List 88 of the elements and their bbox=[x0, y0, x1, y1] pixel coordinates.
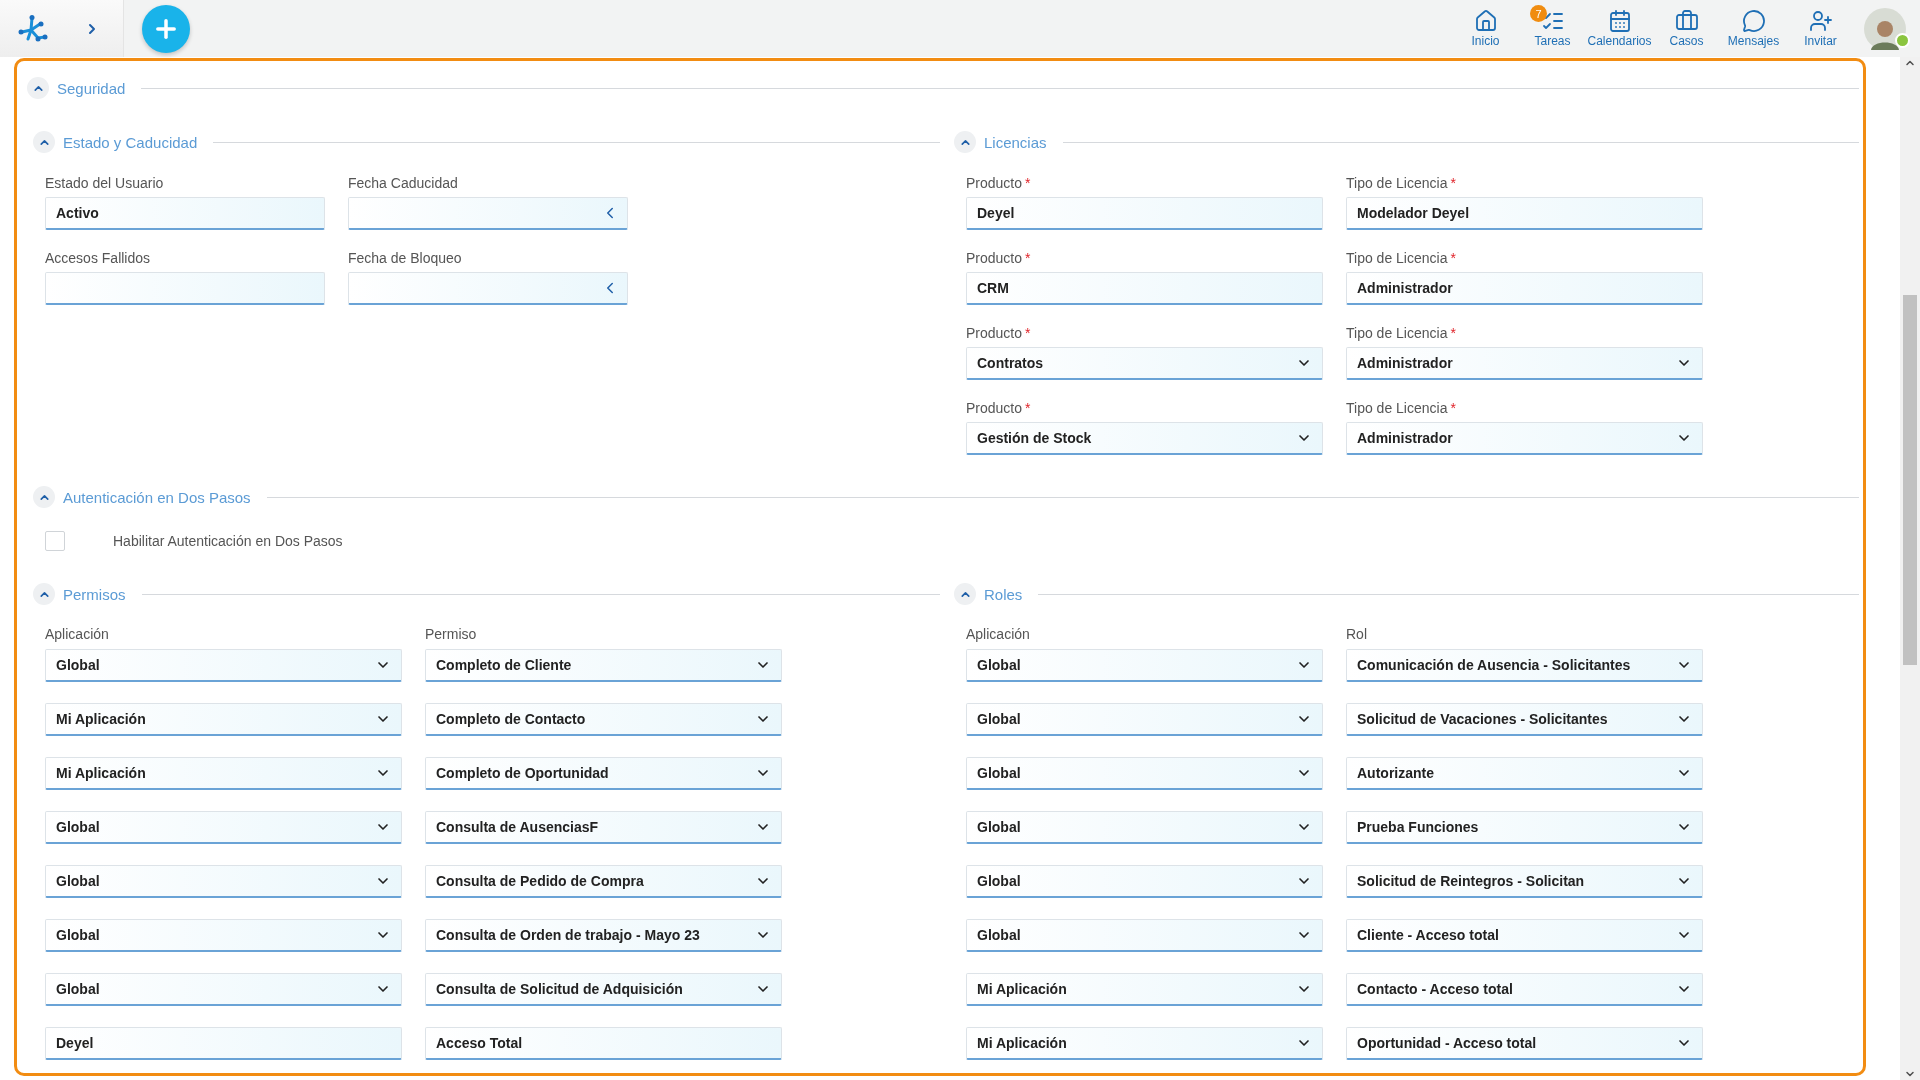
scrollbar[interactable] bbox=[1900, 57, 1920, 1080]
text-field[interactable]: Deyel bbox=[966, 197, 1323, 230]
dropdown[interactable]: Cliente - Acceso total bbox=[1346, 919, 1703, 952]
text-field[interactable]: Deyel bbox=[45, 1027, 402, 1060]
dropdown[interactable]: Consulta de Pedido de Compra bbox=[425, 865, 782, 898]
logo-icon bbox=[16, 13, 48, 44]
dropdown[interactable]: Mi Aplicación bbox=[45, 757, 402, 790]
field-label: Producto * bbox=[966, 400, 1032, 416]
nav-item[interactable]: Invitar bbox=[1787, 9, 1854, 48]
column-label: Permiso bbox=[425, 626, 478, 642]
dropdown[interactable]: Completo de Oportunidad bbox=[425, 757, 782, 790]
dropdown[interactable]: Autorizante bbox=[1346, 757, 1703, 790]
checkbox-label: Habilitar Autenticación en Dos Pasos bbox=[113, 533, 343, 549]
field-label: Fecha de Bloqueo bbox=[348, 250, 463, 266]
dropdown[interactable]: Global bbox=[966, 703, 1323, 736]
dropdown[interactable]: Solicitud de Vacaciones - Solicitantes bbox=[1346, 703, 1703, 736]
column-label: Rol bbox=[1346, 626, 1368, 642]
field-label: Fecha Caducidad bbox=[348, 175, 459, 191]
field-label: Producto * bbox=[966, 175, 1032, 191]
dropdown[interactable]: Prueba Funciones bbox=[1346, 811, 1703, 844]
count-badge: 7 bbox=[1530, 5, 1547, 22]
collapse-toggle[interactable] bbox=[33, 131, 55, 153]
date-field[interactable] bbox=[348, 272, 628, 305]
briefcase-icon bbox=[1674, 9, 1699, 33]
dropdown[interactable]: Global bbox=[45, 973, 402, 1006]
dropdown[interactable]: Mi Aplicación bbox=[45, 703, 402, 736]
field-label: Tipo de Licencia * bbox=[1346, 175, 1457, 191]
collapse-toggle[interactable] bbox=[27, 77, 49, 99]
dropdown[interactable]: Global bbox=[45, 649, 402, 682]
section-title: Autenticación en Dos Pasos bbox=[63, 488, 251, 506]
dropdown[interactable]: Mi Aplicación bbox=[966, 973, 1323, 1006]
section-title: Licencias bbox=[984, 133, 1047, 151]
dropdown[interactable]: Solicitud de Reintegros - Solicitan bbox=[1346, 865, 1703, 898]
dropdown[interactable]: Consulta de Solicitud de Adquisición bbox=[425, 973, 782, 1006]
nav-item[interactable]: Mensajes bbox=[1720, 9, 1787, 48]
field-label: Tipo de Licencia * bbox=[1346, 400, 1457, 416]
dropdown[interactable]: Gestión de Stock bbox=[966, 422, 1323, 455]
dropdown[interactable]: Contratos bbox=[966, 347, 1323, 380]
field-label: Producto * bbox=[966, 325, 1032, 341]
text-field[interactable]: Activo bbox=[45, 197, 325, 230]
home-icon bbox=[1473, 9, 1498, 33]
dropdown[interactable]: Global bbox=[45, 811, 402, 844]
scrollbar-thumb[interactable] bbox=[1903, 295, 1917, 665]
collapse-toggle[interactable] bbox=[33, 486, 55, 508]
dropdown[interactable]: Completo de Cliente bbox=[425, 649, 782, 682]
column-label: Aplicación bbox=[966, 626, 1031, 642]
section-title: Estado y Caducidad bbox=[63, 133, 198, 151]
section-title: Roles bbox=[984, 585, 1023, 603]
field-label: Accesos Fallidos bbox=[45, 250, 152, 266]
collapse-toggle[interactable] bbox=[954, 583, 976, 605]
dropdown[interactable]: Global bbox=[45, 919, 402, 952]
dropdown[interactable]: Administrador bbox=[1346, 422, 1703, 455]
dropdown[interactable]: Contacto - Acceso total bbox=[1346, 973, 1703, 1006]
nav-item[interactable]: Casos bbox=[1653, 9, 1720, 48]
dropdown[interactable]: Oportunidad - Acceso total bbox=[1346, 1027, 1703, 1060]
dropdown[interactable]: Consulta de Orden de trabajo - Mayo 23 bbox=[425, 919, 782, 952]
dropdown[interactable]: Administrador bbox=[1346, 347, 1703, 380]
chat-bubble-icon bbox=[1741, 9, 1766, 33]
text-field[interactable]: Acceso Total bbox=[425, 1027, 782, 1060]
add-user-icon bbox=[1808, 9, 1833, 33]
checkbox[interactable] bbox=[45, 531, 65, 551]
field-label: Producto * bbox=[966, 250, 1032, 266]
dropdown[interactable]: Mi Aplicación bbox=[966, 1027, 1323, 1060]
calendar-icon bbox=[1607, 9, 1632, 33]
dropdown[interactable]: Consulta de AusenciasF bbox=[425, 811, 782, 844]
text-field[interactable] bbox=[45, 272, 325, 305]
text-field[interactable]: CRM bbox=[966, 272, 1323, 305]
field-label: Tipo de Licencia * bbox=[1346, 250, 1457, 266]
text-field[interactable]: Modelador Deyel bbox=[1346, 197, 1703, 230]
collapse-toggle[interactable] bbox=[954, 131, 976, 153]
dropdown[interactable]: Comunicación de Ausencia - Solicitantes bbox=[1346, 649, 1703, 682]
date-field[interactable] bbox=[348, 197, 628, 230]
dropdown[interactable]: Global bbox=[966, 811, 1323, 844]
dropdown[interactable]: Completo de Contacto bbox=[425, 703, 782, 736]
text-field[interactable]: Administrador bbox=[1346, 272, 1703, 305]
section-title: Permisos bbox=[63, 585, 126, 603]
field-label: Estado del Usuario bbox=[45, 175, 165, 191]
collapse-toggle[interactable] bbox=[33, 583, 55, 605]
dropdown[interactable]: Global bbox=[966, 919, 1323, 952]
column-label: Aplicación bbox=[45, 626, 110, 642]
nav-item[interactable]: Inicio bbox=[1452, 9, 1519, 48]
field-label: Tipo de Licencia * bbox=[1346, 325, 1457, 341]
dropdown[interactable]: Global bbox=[966, 649, 1323, 682]
nav-item[interactable]: Calendarios bbox=[1586, 9, 1653, 48]
dropdown[interactable]: Global bbox=[966, 757, 1323, 790]
dropdown[interactable]: Global bbox=[966, 865, 1323, 898]
section-title: Seguridad bbox=[57, 79, 126, 97]
dropdown[interactable]: Global bbox=[45, 865, 402, 898]
